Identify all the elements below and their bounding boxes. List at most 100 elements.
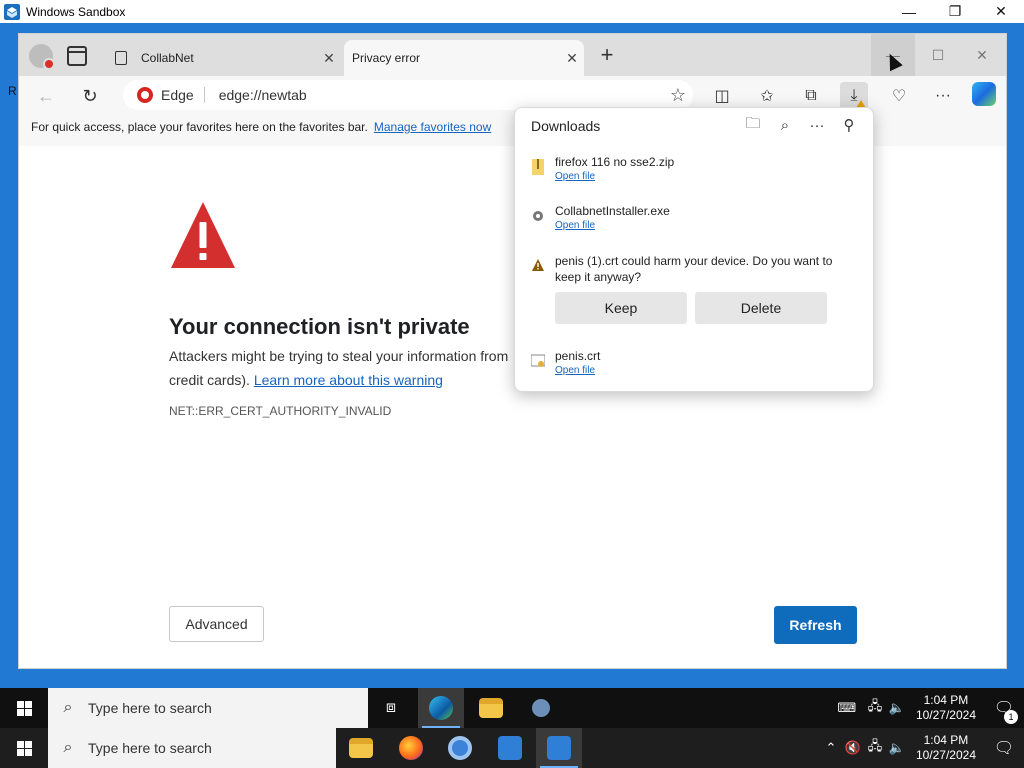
refresh-icon[interactable]: ↻ xyxy=(77,83,103,109)
minimize-button[interactable]: — xyxy=(886,0,932,23)
edge-icon xyxy=(429,696,453,720)
sandbox-title: Windows Sandbox xyxy=(26,4,126,19)
network-icon[interactable]: 🖧 xyxy=(864,697,886,719)
sandbox-app-icon xyxy=(4,3,20,20)
host-taskbar-firefox[interactable] xyxy=(388,728,434,768)
system-tray: ⌨ 🖧 🔈 1:04 PM 10/27/2024 🗨 1 xyxy=(830,688,1024,728)
downloads-button[interactable]: ⤓ xyxy=(840,82,868,110)
download-warning-text: penis (1).crt could harm your device. Do… xyxy=(555,254,833,284)
taskbar-installer[interactable] xyxy=(518,688,564,728)
warning-icon xyxy=(532,259,544,271)
edge-close-button[interactable]: ✕ xyxy=(960,34,1004,76)
address-url[interactable]: edge://newtab xyxy=(219,87,663,103)
error-body-text: Attackers might be trying to steal your … xyxy=(169,348,509,364)
downloads-title: Downloads xyxy=(531,118,601,134)
notification-center-button[interactable]: 🗨 1 xyxy=(984,698,1024,724)
collections-icon[interactable]: ⧉ xyxy=(797,82,825,110)
open-file-link[interactable]: Open file xyxy=(555,171,595,182)
profile-avatar[interactable] xyxy=(29,44,55,70)
copilot-icon[interactable] xyxy=(972,82,996,106)
open-folder-icon[interactable]: 🗀 xyxy=(741,114,765,136)
taskbar-search[interactable]: ⌕ Type here to search xyxy=(48,688,368,728)
host-taskbar-sandbox[interactable] xyxy=(487,728,533,768)
tab-close-icon[interactable]: ✕ xyxy=(560,50,584,67)
task-view-icon: ⧈ xyxy=(385,699,397,716)
search-icon: ⌕ xyxy=(63,739,73,756)
exe-icon xyxy=(533,211,543,221)
tab-actions-icon[interactable] xyxy=(67,46,87,66)
notification-badge: 1 xyxy=(1004,710,1018,724)
search-icon: ⌕ xyxy=(63,699,73,716)
host-notification-button[interactable]: 🗨 xyxy=(984,738,1024,758)
tab-privacy-error[interactable]: Privacy error ✕ xyxy=(344,40,584,76)
new-tab-button[interactable]: + xyxy=(595,44,619,68)
search-icon[interactable]: ⌕ xyxy=(773,114,797,136)
delete-button[interactable]: Delete xyxy=(695,292,827,324)
tab-label: CollabNet xyxy=(141,51,194,65)
sandbox-icon xyxy=(498,736,522,760)
tab-collabnet[interactable]: CollabNet ✕ xyxy=(105,40,341,76)
notification-icon: 🗨 xyxy=(993,740,1015,757)
manage-favorites-link[interactable]: Manage favorites now xyxy=(374,120,491,134)
favorites-bar-hint: For quick access, place your favorites h… xyxy=(31,120,368,134)
volume-muted-icon[interactable]: 🔇 xyxy=(842,740,864,756)
sandbox-taskbar: ⌕ Type here to search ⧈ ⌨ 🖧 🔈 1:04 PM 10… xyxy=(0,688,1024,728)
sandbox-titlebar: Windows Sandbox — ❐ ✕ xyxy=(0,0,1024,23)
error-description: Attackers might be trying to steal your … xyxy=(169,344,529,392)
host-taskbar-chrome[interactable] xyxy=(437,728,483,768)
page-icon xyxy=(115,51,127,65)
restore-button[interactable]: ❐ xyxy=(932,0,978,23)
refresh-button[interactable]: Refresh xyxy=(774,606,857,644)
folder-icon xyxy=(479,698,503,718)
error-title: Your connection isn't private xyxy=(169,314,470,339)
clock-time: 1:04 PM xyxy=(923,733,969,747)
favorite-star-icon[interactable]: ☆ xyxy=(663,85,693,106)
search-placeholder: Type here to search xyxy=(88,700,212,716)
more-options-icon[interactable]: ··· xyxy=(929,82,957,110)
keep-button[interactable]: Keep xyxy=(555,292,687,324)
download-filename: CollabnetInstaller.exe xyxy=(555,204,670,218)
favorites-icon[interactable]: ✩ xyxy=(753,82,781,110)
folder-icon xyxy=(349,738,373,758)
task-view-button[interactable]: ⧈ xyxy=(368,688,414,728)
start-button[interactable] xyxy=(0,688,48,728)
advanced-button[interactable]: Advanced xyxy=(169,606,264,642)
downloads-flyout: Downloads 🗀 ⌕ ··· ⚲ firefox 116 no sse2.… xyxy=(514,107,874,392)
host-taskbar-search[interactable]: ⌕ Type here to search xyxy=(48,728,336,768)
tab-label: Privacy error xyxy=(352,51,421,65)
edge-maximize-button[interactable]: ☐ xyxy=(916,34,960,76)
clock-time: 1:04 PM xyxy=(923,693,969,707)
keyboard-icon[interactable]: ⌨ xyxy=(830,700,864,716)
address-bar[interactable]: Edge edge://newtab ☆ xyxy=(123,80,693,110)
tab-close-icon[interactable]: ✕ xyxy=(317,50,341,67)
volume-icon[interactable]: 🔈 xyxy=(886,700,908,716)
learn-more-link[interactable]: Learn more about this warning xyxy=(254,372,443,388)
warning-triangle-icon xyxy=(171,202,235,268)
address-site-label: Edge xyxy=(161,87,205,103)
clock[interactable]: 1:04 PM 10/27/2024 xyxy=(916,693,976,723)
taskbar-file-explorer[interactable] xyxy=(468,688,514,728)
taskbar-edge[interactable] xyxy=(418,688,464,728)
cert-icon xyxy=(531,354,545,367)
host-start-button[interactable] xyxy=(0,728,48,768)
more-icon[interactable]: ··· xyxy=(805,114,829,136)
search-placeholder: Type here to search xyxy=(88,740,212,756)
edge-logo-icon xyxy=(137,87,153,103)
show-hidden-icons[interactable]: ⌃ xyxy=(820,740,842,756)
network-icon[interactable]: 🖧 xyxy=(864,737,886,759)
open-file-link[interactable]: Open file xyxy=(555,220,595,231)
host-taskbar-file-explorer[interactable] xyxy=(338,728,384,768)
host-taskbar-sandbox-active[interactable] xyxy=(536,728,582,768)
chrome-icon xyxy=(448,736,472,760)
open-file-link[interactable]: Open file xyxy=(555,365,595,376)
browser-essentials-icon[interactable]: ♡ xyxy=(885,82,913,110)
host-clock[interactable]: 1:04 PM 10/27/2024 xyxy=(916,733,976,763)
close-button[interactable]: ✕ xyxy=(978,0,1024,23)
firefox-icon xyxy=(399,736,423,760)
back-button[interactable]: ← xyxy=(33,83,59,109)
installer-icon xyxy=(532,699,550,717)
pin-icon[interactable]: ⚲ xyxy=(837,114,861,136)
volume-icon[interactable]: 🔈 xyxy=(886,740,908,756)
split-screen-icon[interactable]: ◫ xyxy=(708,82,736,110)
clock-date: 10/27/2024 xyxy=(915,748,976,762)
